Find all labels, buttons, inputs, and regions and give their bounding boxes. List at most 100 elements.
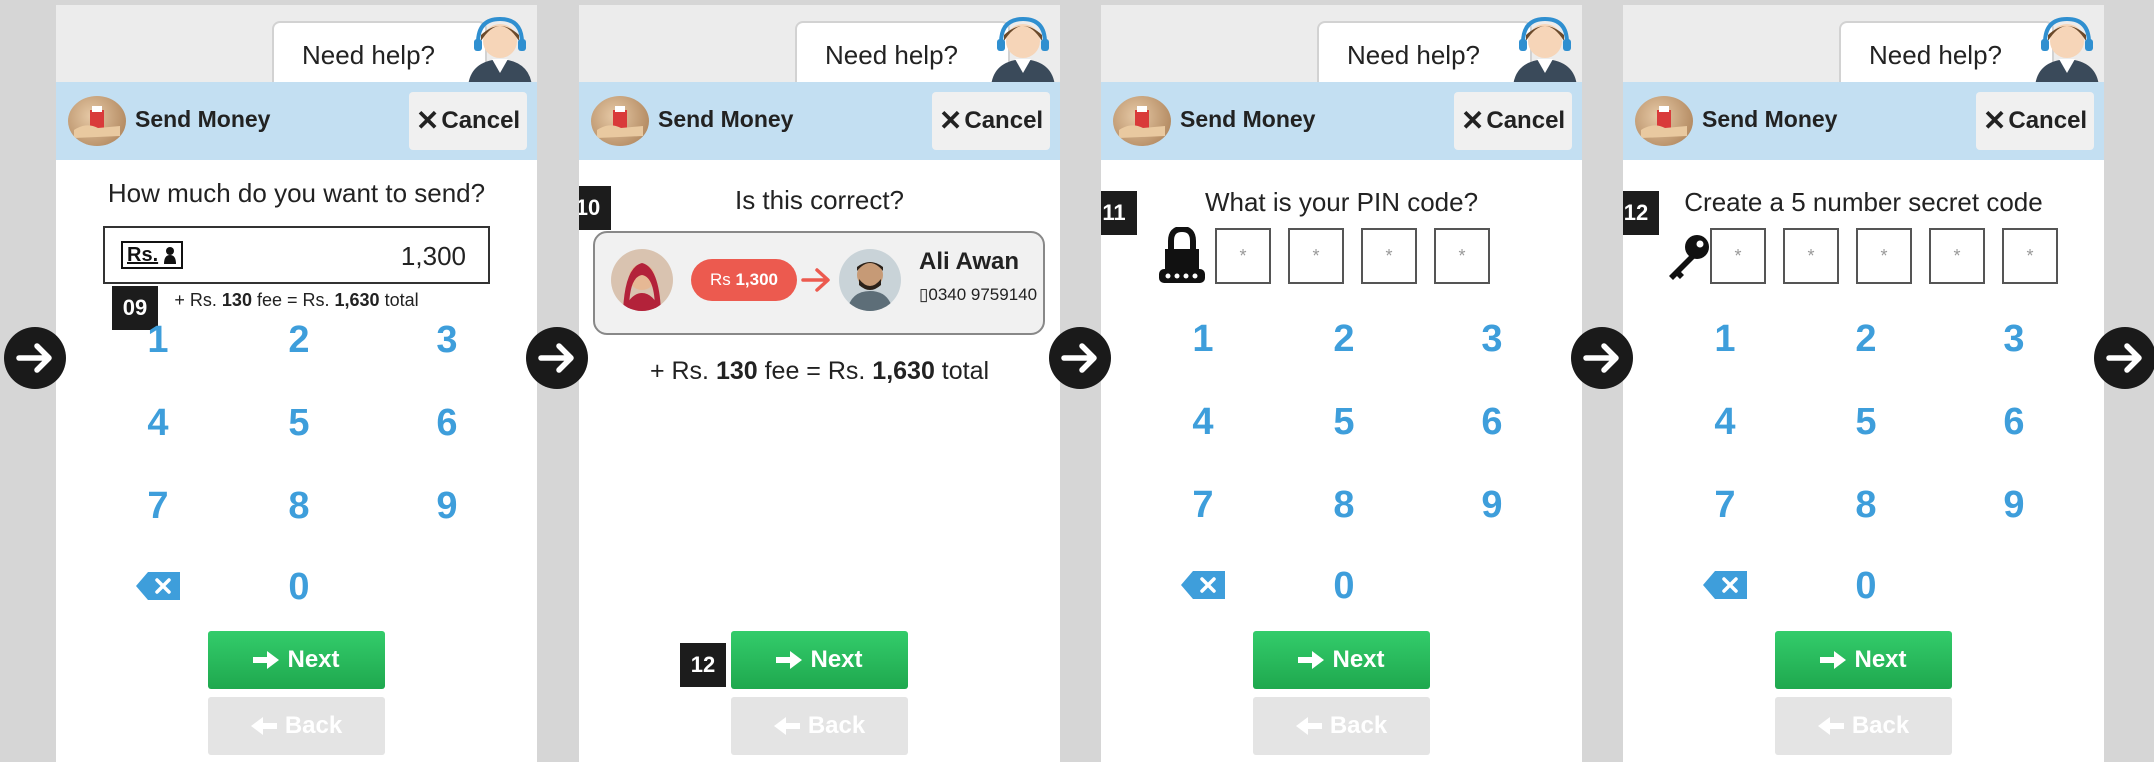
- pin-digit-3[interactable]: *: [1361, 228, 1417, 284]
- key-6[interactable]: 6: [1974, 401, 2054, 444]
- key-2[interactable]: 2: [1826, 318, 1906, 361]
- key-4[interactable]: 4: [1163, 401, 1243, 444]
- key-3[interactable]: 3: [407, 319, 487, 362]
- help-button[interactable]: Need help?: [272, 21, 487, 88]
- backspace-icon[interactable]: [1181, 571, 1225, 599]
- key-0[interactable]: 0: [1826, 565, 1906, 608]
- next-button[interactable]: Next: [1775, 631, 1952, 689]
- next-button[interactable]: Next: [208, 631, 385, 689]
- key-6[interactable]: 6: [1452, 401, 1532, 444]
- pin-digit-2[interactable]: *: [1288, 228, 1344, 284]
- key-9[interactable]: 9: [407, 485, 487, 528]
- pill-amount: 1,300: [735, 270, 779, 289]
- code-digit-2[interactable]: *: [1783, 228, 1839, 284]
- pill-currency: Rs: [709, 270, 736, 289]
- key-8[interactable]: 8: [1826, 484, 1906, 527]
- help-button[interactable]: Need help?: [795, 21, 1010, 88]
- next-button[interactable]: Next: [731, 631, 908, 689]
- cancel-button[interactable]: ✕ Cancel: [409, 92, 527, 150]
- screen-confirm: Need help? Send Money ✕ Cancel 10 Is thi…: [579, 5, 1060, 762]
- key-3[interactable]: 3: [1452, 318, 1532, 361]
- code-digit-3[interactable]: *: [1856, 228, 1912, 284]
- code-digit-4[interactable]: *: [1929, 228, 1985, 284]
- backspace-icon[interactable]: [1703, 571, 1747, 599]
- key-1[interactable]: 1: [118, 319, 198, 362]
- help-button[interactable]: Need help?: [1839, 21, 2054, 88]
- back-button[interactable]: Back: [208, 697, 385, 755]
- agent-headset-icon[interactable]: [1505, 15, 1582, 87]
- fee-prefix: + Rs.: [174, 290, 222, 310]
- back-button[interactable]: Back: [1253, 697, 1430, 755]
- key-4[interactable]: 4: [118, 402, 198, 445]
- cancel-label: Cancel: [441, 107, 521, 134]
- agent-headset-icon[interactable]: [2027, 15, 2104, 87]
- cancel-button[interactable]: ✕ Cancel: [932, 92, 1050, 150]
- help-button[interactable]: Need help?: [1317, 21, 1532, 88]
- key-5[interactable]: 5: [259, 402, 339, 445]
- key-5[interactable]: 5: [1304, 401, 1384, 444]
- key-1[interactable]: 1: [1163, 318, 1243, 361]
- back-label: Back: [1329, 712, 1388, 739]
- back-button[interactable]: Back: [1775, 697, 1952, 755]
- fee-total: 1,630: [334, 290, 380, 310]
- flow-arrow-icon: [2094, 327, 2154, 389]
- arrow-left-icon: [250, 717, 277, 735]
- backspace-icon[interactable]: [136, 572, 180, 600]
- key-icon: [1663, 233, 1713, 281]
- question-text: How much do you want to send?: [107, 178, 486, 208]
- currency-label: Rs.: [127, 244, 159, 266]
- fee-amount: 130: [715, 357, 758, 385]
- key-1[interactable]: 1: [1685, 318, 1765, 361]
- code-digit-1[interactable]: *: [1710, 228, 1766, 284]
- key-7[interactable]: 7: [1163, 484, 1243, 527]
- cancel-button[interactable]: ✕ Cancel: [1454, 92, 1572, 150]
- flow-arrow-icon: [1049, 327, 1111, 389]
- lock-icon: [1159, 227, 1205, 283]
- key-4[interactable]: 4: [1685, 401, 1765, 444]
- back-button[interactable]: Back: [731, 697, 908, 755]
- key-8[interactable]: 8: [259, 485, 339, 528]
- screen-secret-code: Need help? Send Money ✕ Cancel 1 2 Create…: [1623, 5, 2104, 762]
- key-6[interactable]: 6: [407, 402, 487, 445]
- back-label: Back: [284, 712, 343, 739]
- pin-digit-4[interactable]: *: [1434, 228, 1490, 284]
- recipient-phone: ▯0340 9759140: [919, 285, 1037, 305]
- cancel-button[interactable]: ✕ Cancel: [1976, 92, 2094, 150]
- recipient-avatar: [839, 249, 901, 311]
- screen-pin: Need help? Send Money ✕ Cancel 11 What i…: [1101, 5, 1582, 762]
- key-8[interactable]: 8: [1304, 484, 1384, 527]
- question-text: Create a 5 number secret code: [1684, 187, 2043, 217]
- agent-headset-icon[interactable]: [460, 15, 537, 87]
- arrow-right-icon: [1820, 651, 1847, 669]
- key-2[interactable]: 2: [259, 319, 339, 362]
- amount-input[interactable]: Rs. 1,300: [103, 226, 490, 284]
- next-label: Next: [1332, 646, 1385, 673]
- title-bar: Send Money ✕ Cancel: [1101, 82, 1582, 160]
- recipient-phone-number: 0340 9759140: [928, 285, 1038, 304]
- back-label: Back: [1851, 712, 1910, 739]
- pin-digit-1[interactable]: *: [1215, 228, 1271, 284]
- key-7[interactable]: 7: [1685, 484, 1765, 527]
- next-button[interactable]: Next: [1253, 631, 1430, 689]
- send-money-icon: [68, 96, 126, 146]
- title-bar: Send Money ✕ Cancel: [56, 82, 537, 160]
- recipient-name: Ali Awan: [919, 248, 1020, 275]
- key-5[interactable]: 5: [1826, 401, 1906, 444]
- close-icon: ✕: [1460, 105, 1485, 136]
- close-icon: ✕: [415, 105, 440, 136]
- key-3[interactable]: 3: [1974, 318, 2054, 361]
- fee-suffix: total: [379, 290, 419, 310]
- next-label: Next: [287, 646, 340, 673]
- key-9[interactable]: 9: [1452, 484, 1532, 527]
- key-0[interactable]: 0: [259, 566, 339, 609]
- key-9[interactable]: 9: [1974, 484, 2054, 527]
- key-7[interactable]: 7: [118, 485, 198, 528]
- send-money-icon: [1113, 96, 1171, 146]
- code-digit-5[interactable]: *: [2002, 228, 2058, 284]
- key-0[interactable]: 0: [1304, 565, 1384, 608]
- sender-avatar: [611, 249, 673, 311]
- app-title: Send Money: [658, 106, 794, 132]
- key-2[interactable]: 2: [1304, 318, 1384, 361]
- arrow-right-icon: [801, 267, 831, 293]
- agent-headset-icon[interactable]: [983, 15, 1060, 87]
